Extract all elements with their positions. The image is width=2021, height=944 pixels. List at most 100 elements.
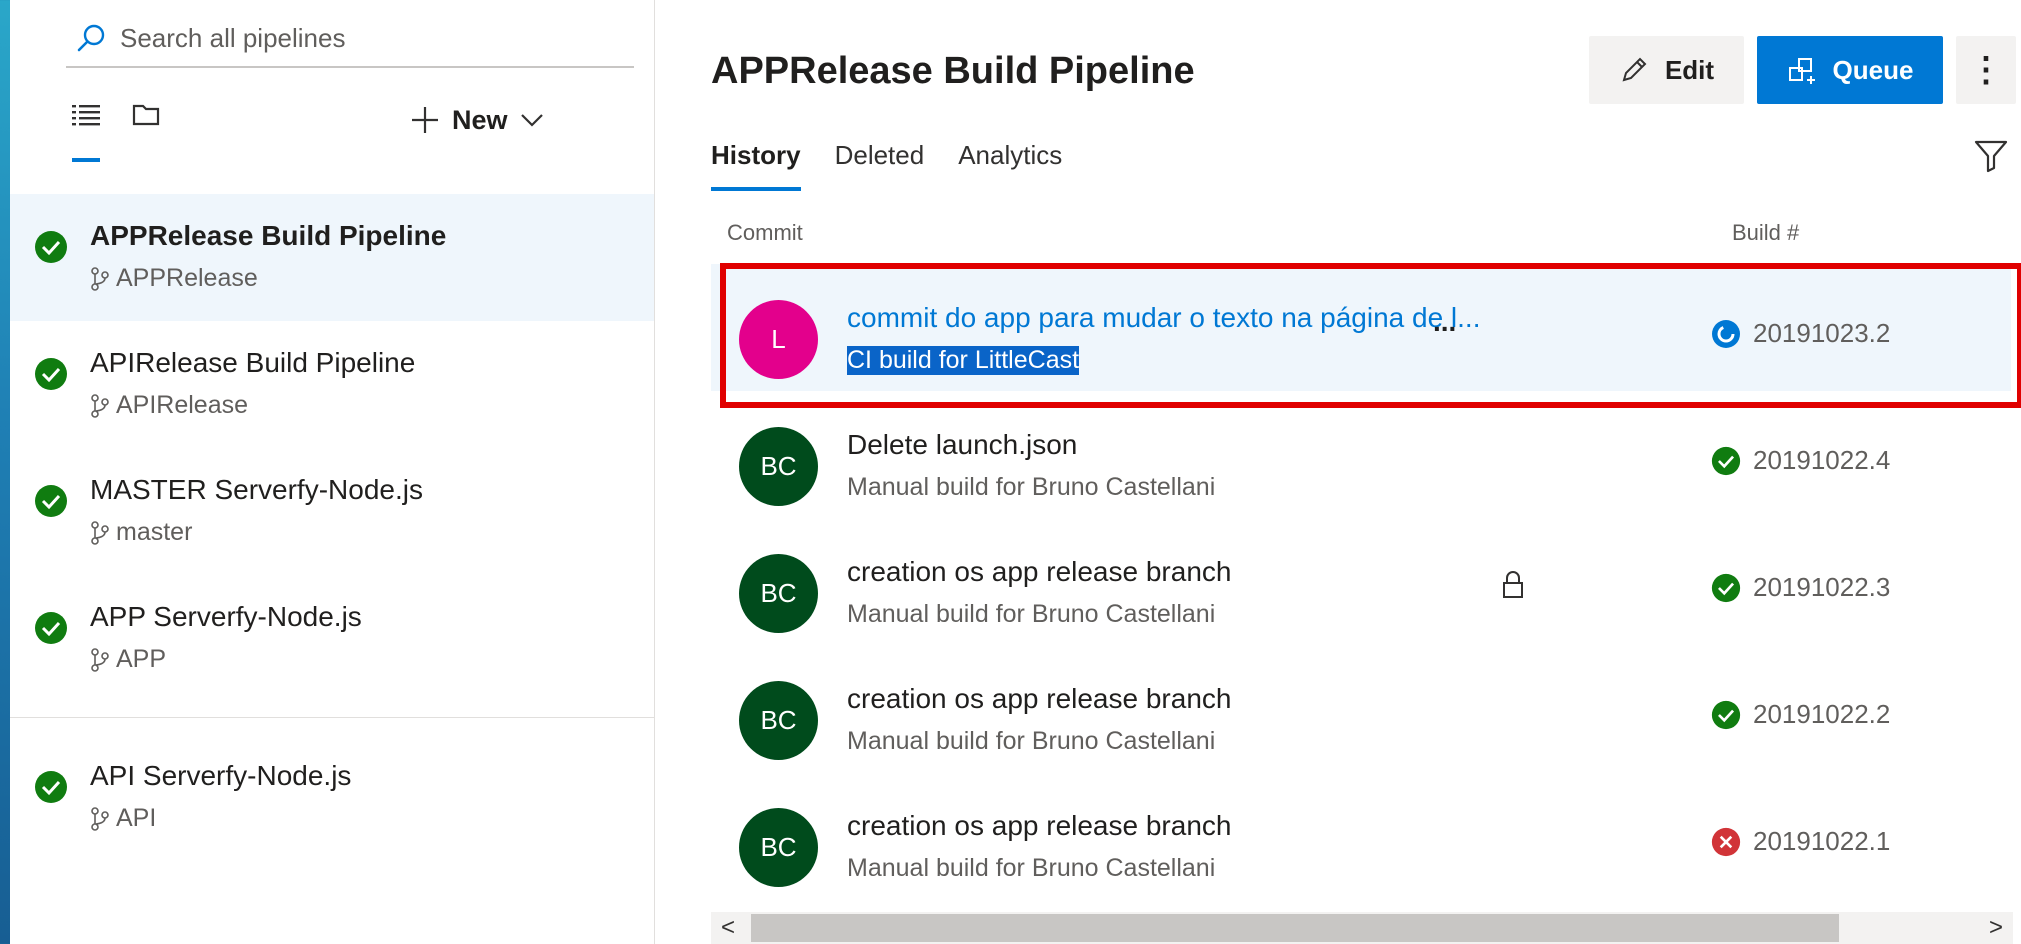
new-button-label: New <box>452 104 508 135</box>
commit-title[interactable]: creation os app release branch <box>847 810 1231 842</box>
in-progress-icon <box>1712 319 1740 348</box>
new-pipeline-button[interactable]: New <box>410 96 544 144</box>
row-more-button[interactable]: ... <box>1433 306 1456 338</box>
app-window: Search all pipelines New APPRelease Buil… <box>10 0 2021 944</box>
branch-icon <box>91 647 109 672</box>
runs-list: L commit do app para mudar o texto na pá… <box>711 264 2011 899</box>
queue-icon <box>1788 58 1815 84</box>
build-number[interactable]: 20191022.3 <box>1711 572 1890 603</box>
build-number-label: 20191022.3 <box>1753 572 1891 602</box>
list-view-icon[interactable] <box>72 102 100 128</box>
scroll-right-icon[interactable]: > <box>1989 914 2003 942</box>
branch-icon <box>91 393 109 418</box>
success-icon <box>35 771 67 803</box>
build-number[interactable]: 20191022.4 <box>1711 445 1890 476</box>
pipeline-branch: APPRelease <box>90 264 258 293</box>
commit-title[interactable]: commit do app para mudar o texto na pági… <box>847 302 1481 334</box>
chevron-down-icon <box>520 114 543 127</box>
branch-label: master <box>116 518 193 546</box>
pipeline-name: APP Serverfy-Node.js <box>90 601 362 632</box>
run-row[interactable]: L commit do app para mudar o texto na pá… <box>711 264 2011 391</box>
build-number-label: 20191022.4 <box>1753 445 1891 475</box>
queue-button[interactable]: Queue <box>1757 36 1943 104</box>
avatar: BC <box>739 808 818 887</box>
avatar: L <box>739 300 818 379</box>
run-row[interactable]: BC creation os app release branch Manual… <box>711 518 2011 645</box>
success-icon <box>1711 573 1741 602</box>
sidebar-divider <box>10 717 654 718</box>
branch-label: APPRelease <box>116 264 258 292</box>
branch-label: APIRelease <box>116 391 249 419</box>
branch-label: API <box>116 804 157 832</box>
pipeline-item[interactable]: MASTER Serverfy-Node.js master <box>10 448 654 575</box>
lock-icon <box>1503 571 1523 598</box>
success-icon <box>35 231 67 263</box>
avatar: BC <box>739 554 818 633</box>
pipeline-name: APIRelease Build Pipeline <box>90 347 416 378</box>
page-title: APPRelease Build Pipeline <box>711 50 1195 92</box>
success-icon <box>35 358 67 390</box>
run-reason: Manual build for Bruno Castellani <box>847 600 1216 628</box>
branch-icon <box>91 266 109 291</box>
column-header-commit: Commit <box>727 220 803 245</box>
pipeline-branch: master <box>90 518 192 547</box>
pipeline-name: API Serverfy-Node.js <box>90 760 352 791</box>
build-number-label: 20191023.2 <box>1753 318 1891 348</box>
plus-icon <box>412 107 438 133</box>
success-icon <box>1711 700 1741 729</box>
pipeline-detail: APPRelease Build Pipeline Edit Queue ⋮ H… <box>655 0 2021 944</box>
active-view-indicator <box>72 158 100 162</box>
scroll-left-icon[interactable]: < <box>721 914 735 942</box>
pipeline-item[interactable]: APPRelease Build Pipeline APPRelease <box>10 194 654 321</box>
commit-title[interactable]: creation os app release branch <box>847 556 1231 588</box>
avatar: BC <box>739 427 818 506</box>
tab-analytics[interactable]: Analytics <box>958 140 1062 191</box>
branch-icon <box>91 520 109 545</box>
pipeline-list: APPRelease Build Pipeline APPRelease API… <box>10 194 654 861</box>
pipeline-item[interactable]: APIRelease Build Pipeline APIRelease <box>10 321 654 448</box>
pipeline-name: APPRelease Build Pipeline <box>90 220 447 251</box>
run-reason: Manual build for Bruno Castellani <box>847 727 1216 755</box>
tab-deleted[interactable]: Deleted <box>835 140 925 191</box>
build-number[interactable]: 20191023.2 <box>1711 318 1890 349</box>
edit-button[interactable]: Edit <box>1589 36 1744 104</box>
run-row[interactable]: BC creation os app release branch Manual… <box>711 645 2011 772</box>
pencil-icon <box>1622 57 1647 82</box>
pipeline-item[interactable]: APP Serverfy-Node.js APP <box>10 575 654 702</box>
build-number-label: 20191022.2 <box>1753 699 1891 729</box>
commit-title[interactable]: Delete launch.json <box>847 429 1077 461</box>
more-actions-button[interactable]: ⋮ <box>1956 36 2016 104</box>
folder-view-icon[interactable] <box>132 102 160 128</box>
run-reason: Manual build for Bruno Castellani <box>847 473 1216 501</box>
search-icon <box>77 24 105 52</box>
success-icon <box>1711 446 1741 475</box>
commit-title[interactable]: creation os app release branch <box>847 683 1231 715</box>
horizontal-scrollbar[interactable]: < > <box>711 912 2013 944</box>
success-icon <box>35 612 67 644</box>
failed-icon <box>1711 827 1741 856</box>
pipelines-sidebar: Search all pipelines New APPRelease Buil… <box>10 0 655 944</box>
run-reason: CI build for LittleCast <box>847 346 1080 375</box>
search-input[interactable]: Search all pipelines <box>66 10 634 68</box>
column-header-build: Build # <box>1732 220 1800 245</box>
pipeline-item[interactable]: API Serverfy-Node.js API <box>10 734 654 861</box>
pipeline-name: MASTER Serverfy-Node.js <box>90 474 423 505</box>
build-number-label: 20191022.1 <box>1753 826 1891 856</box>
scrollbar-thumb[interactable] <box>751 914 1839 942</box>
build-number[interactable]: 20191022.1 <box>1711 826 1890 857</box>
avatar: BC <box>739 681 818 760</box>
pipeline-branch: API <box>90 804 156 833</box>
pipeline-branch: APIRelease <box>90 391 248 420</box>
build-number[interactable]: 20191022.2 <box>1711 699 1890 730</box>
run-row[interactable]: BC Delete launch.json Manual build for B… <box>711 391 2011 518</box>
sidebar-toolbar: New <box>10 96 654 176</box>
pipeline-tabs: History Deleted Analytics <box>711 140 1062 191</box>
run-reason: Manual build for Bruno Castellani <box>847 854 1216 882</box>
search-placeholder: Search all pipelines <box>120 22 346 53</box>
pipeline-branch: APP <box>90 645 166 674</box>
run-row[interactable]: BC creation os app release branch Manual… <box>711 772 2011 899</box>
tab-history[interactable]: History <box>711 140 801 191</box>
filter-icon[interactable] <box>1973 138 2009 174</box>
branch-label: APP <box>116 645 167 673</box>
queue-button-label: Queue <box>1832 54 1914 85</box>
